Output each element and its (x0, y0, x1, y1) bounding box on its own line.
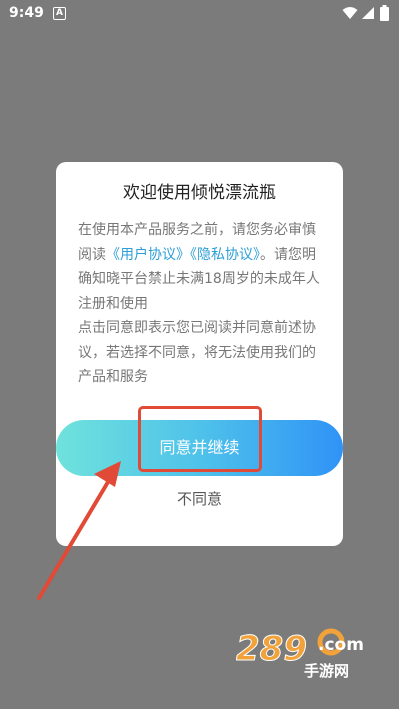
annotation-arrow-icon (37, 461, 121, 600)
svg-text:手游网: 手游网 (304, 662, 349, 680)
watermark-logo: 289 .com 手游网 (236, 628, 364, 680)
svg-text:289: 289 (236, 629, 307, 669)
screen: 9:49 A 欢迎使用倾悦漂流瓶 在使用本产品服务之前，请您务必审慎阅读《用户协… (0, 0, 399, 709)
svg-text:.com: .com (318, 635, 364, 655)
